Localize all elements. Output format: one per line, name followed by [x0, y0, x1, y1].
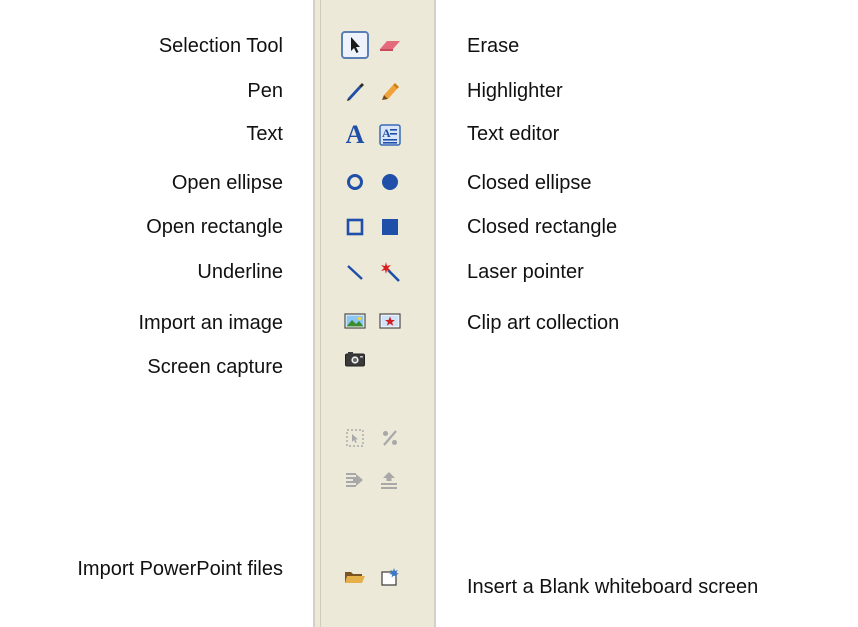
percent-button[interactable]	[376, 424, 404, 452]
closed-rectangle-icon	[382, 219, 398, 235]
toolbar-grip	[320, 0, 321, 627]
label-laser-pointer: Laser pointer	[467, 261, 584, 283]
svg-text:A: A	[382, 126, 391, 140]
label-pen: Pen	[247, 80, 283, 102]
folder-open-icon	[345, 572, 365, 583]
erase-button[interactable]	[376, 31, 404, 59]
highlighter-button[interactable]	[376, 77, 404, 105]
open-rectangle-icon	[346, 218, 364, 236]
text-editor-button[interactable]: A	[376, 121, 404, 149]
clip-art-icon	[379, 313, 401, 329]
selection-tool-button[interactable]	[341, 31, 369, 59]
label-text: Text	[246, 123, 283, 145]
blank-whiteboard-button[interactable]	[376, 563, 404, 591]
label-highlighter: Highlighter	[467, 80, 563, 102]
whiteboard-toolbar: A A	[313, 0, 436, 627]
label-open-rectangle: Open rectangle	[146, 216, 283, 238]
line-icon	[347, 265, 363, 280]
send-back-icon	[346, 473, 363, 487]
closed-rectangle-button[interactable]	[376, 213, 404, 241]
new-page-icon	[381, 568, 399, 586]
laser-pointer-button[interactable]	[376, 258, 404, 286]
label-text-editor: Text editor	[467, 123, 560, 145]
label-selection-tool: Selection Tool	[158, 35, 283, 57]
bring-front-button[interactable]	[376, 466, 404, 494]
screen-capture-button[interactable]	[341, 345, 369, 373]
label-import-powerpoint: Import PowerPoint files	[77, 558, 283, 580]
percent-icon	[383, 430, 397, 446]
label-open-ellipse: Open ellipse	[171, 172, 283, 194]
label-screen-capture: Screen capture	[147, 356, 283, 378]
highlighter-icon	[382, 83, 399, 100]
import-image-button[interactable]	[341, 307, 369, 335]
eraser-icon	[380, 41, 400, 51]
open-ellipse-button[interactable]	[341, 168, 369, 196]
text-button[interactable]: A	[341, 121, 369, 149]
select-region-icon	[346, 429, 364, 447]
label-closed-rectangle: Closed rectangle	[467, 216, 618, 238]
label-erase: Erase	[467, 35, 520, 57]
label-import-image: Import an image	[138, 312, 283, 334]
closed-ellipse-icon	[382, 174, 398, 190]
laser-pointer-icon	[381, 262, 400, 282]
label-closed-ellipse: Closed ellipse	[467, 172, 592, 194]
label-underline: Underline	[197, 261, 283, 283]
open-ellipse-icon	[347, 174, 363, 190]
text-icon: A	[345, 120, 365, 149]
selection-tool-icon	[351, 37, 360, 53]
right-label-column: Erase Highlighter Text editor Closed ell…	[467, 0, 858, 627]
bring-front-icon	[381, 472, 397, 489]
send-back-button[interactable]	[341, 466, 369, 494]
underline-button[interactable]	[341, 258, 369, 286]
left-label-column: Selection Tool Pen Text Open ellipse Ope…	[0, 0, 283, 627]
camera-icon	[345, 352, 365, 367]
pen-button[interactable]	[341, 77, 369, 105]
open-rectangle-button[interactable]	[341, 213, 369, 241]
label-clip-art: Clip art collection	[467, 312, 620, 334]
label-blank-whiteboard: Insert a Blank whiteboard screen	[467, 576, 759, 598]
select-region-button[interactable]	[341, 424, 369, 452]
clip-art-button[interactable]	[376, 307, 404, 335]
picture-icon	[344, 313, 366, 329]
closed-ellipse-button[interactable]	[376, 168, 404, 196]
text-editor-icon: A	[379, 124, 401, 146]
import-powerpoint-button[interactable]	[341, 563, 369, 591]
pen-icon	[347, 83, 364, 101]
